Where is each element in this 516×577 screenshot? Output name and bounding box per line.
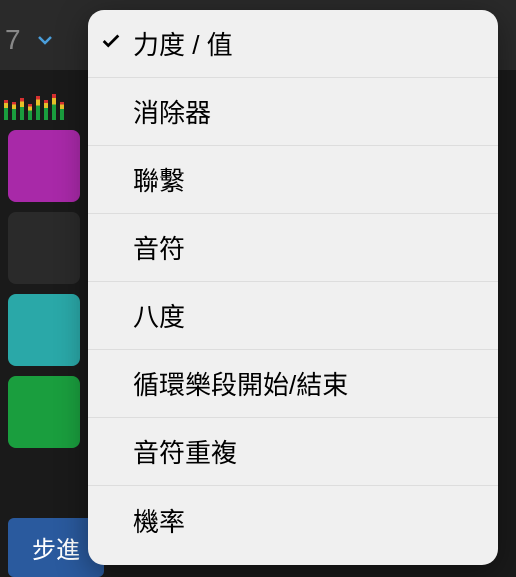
checkmark-icon	[100, 28, 122, 59]
meter-bar	[60, 102, 64, 120]
menu-item-label: 消除器	[133, 93, 211, 130]
menu-item-label: 機率	[133, 502, 185, 539]
meter-bar	[12, 102, 16, 120]
pad-cell[interactable]	[8, 294, 80, 366]
chevron-down-icon[interactable]	[33, 28, 57, 57]
menu-item-loop[interactable]: 循環樂段開始/結束	[88, 350, 498, 418]
menu-item-label: 八度	[133, 297, 185, 334]
meter-bar	[36, 96, 40, 120]
meter-bar	[28, 104, 32, 120]
menu-item-label: 音符	[133, 229, 185, 266]
edit-mode-menu: 力度 / 值 消除器 聯繫 音符 八度 循環樂段開始/結束 音符重複 機率	[88, 10, 498, 565]
meter-bar	[52, 94, 56, 120]
menu-item-velocity[interactable]: 力度 / 值	[88, 10, 498, 78]
menu-item-label: 力度 / 值	[133, 25, 233, 62]
meter-bar	[44, 100, 48, 120]
header-value: 7	[5, 24, 21, 56]
pad-cell[interactable]	[8, 376, 80, 448]
meter-bar	[4, 100, 8, 120]
menu-item-probability[interactable]: 機率	[88, 486, 498, 554]
menu-item-octave[interactable]: 八度	[88, 282, 498, 350]
menu-item-eraser[interactable]: 消除器	[88, 78, 498, 146]
menu-item-label: 聯繫	[133, 161, 185, 198]
menu-item-link[interactable]: 聯繫	[88, 146, 498, 214]
pad-cell[interactable]	[8, 212, 80, 284]
pad-cell[interactable]	[8, 130, 80, 202]
menu-item-note[interactable]: 音符	[88, 214, 498, 282]
menu-item-note-repeat[interactable]: 音符重複	[88, 418, 498, 486]
menu-item-label: 音符重複	[133, 433, 237, 470]
meter-bar	[20, 98, 24, 120]
menu-item-label: 循環樂段開始/結束	[133, 365, 348, 402]
